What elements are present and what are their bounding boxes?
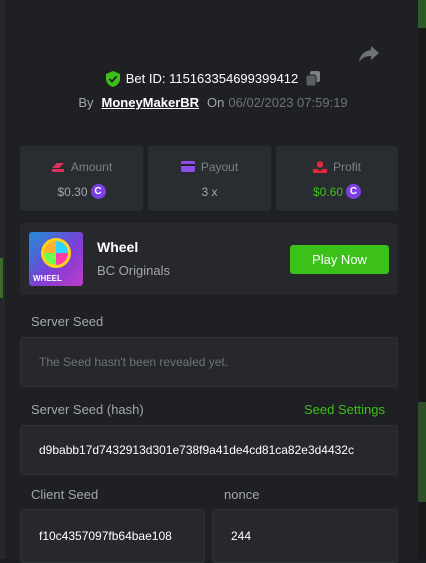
right-background-accent-lower bbox=[418, 402, 426, 502]
bet-author-row: By MoneyMakerBR On 06/02/2023 07:59:19 bbox=[0, 95, 426, 110]
coin-icon bbox=[90, 184, 106, 200]
payout-card-icon bbox=[180, 161, 195, 173]
client-seed-value: f10c4357097fb64bae108 bbox=[39, 529, 172, 543]
nonce-field[interactable]: 244 bbox=[212, 509, 398, 563]
verified-shield-icon bbox=[105, 70, 120, 87]
share-icon[interactable] bbox=[358, 44, 380, 64]
client-seed-field[interactable]: f10c4357097fb64bae108 bbox=[20, 509, 205, 563]
server-seed-value: The Seed hasn't been revealed yet. bbox=[39, 355, 229, 369]
username-link[interactable]: MoneyMakerBR bbox=[102, 95, 200, 110]
payout-label: Payout bbox=[200, 159, 239, 174]
amount-value: $0.30 bbox=[57, 184, 88, 199]
coin-icon bbox=[346, 184, 362, 200]
on-label: On bbox=[207, 95, 225, 110]
thumbnail-text: WHEEL bbox=[33, 274, 62, 283]
game-card: WHEEL Wheel BC Originals Play Now bbox=[20, 223, 398, 295]
bet-id-row: Bet ID: 115163354699399412 bbox=[0, 70, 426, 87]
bet-date: 06/02/2023 07:59:19 bbox=[228, 95, 348, 110]
wheel-game-thumbnail[interactable]: WHEEL bbox=[29, 232, 83, 286]
game-name: Wheel bbox=[97, 239, 139, 255]
play-now-button[interactable]: Play Now bbox=[290, 245, 389, 274]
nonce-value: 244 bbox=[231, 529, 252, 543]
amount-label: Amount bbox=[70, 159, 113, 174]
seed-settings-link[interactable]: Seed Settings bbox=[304, 402, 385, 417]
server-seed-hash-label: Server Seed (hash) bbox=[31, 402, 144, 417]
client-seed-label: Client Seed bbox=[31, 487, 99, 502]
server-seed-hash-value: d9babb17d7432913d301e738f9a41de4cd81ca82… bbox=[39, 443, 354, 457]
wheel-icon bbox=[41, 238, 71, 268]
server-seed-label: Server Seed bbox=[31, 314, 104, 329]
amount-stat: Amount $0.30 bbox=[20, 146, 143, 211]
payout-value: 3 x bbox=[201, 184, 218, 199]
right-background-accent bbox=[418, 0, 426, 28]
game-provider: BC Originals bbox=[97, 263, 170, 278]
payout-stat: Payout 3 x bbox=[148, 146, 271, 211]
server-seed-field: The Seed hasn't been revealed yet. bbox=[20, 337, 398, 387]
by-label: By bbox=[78, 95, 94, 110]
server-seed-hash-field[interactable]: d9babb17d7432913d301e738f9a41de4cd81ca82… bbox=[20, 425, 398, 475]
copy-icon[interactable] bbox=[306, 71, 321, 87]
bet-id: Bet ID: 115163354699399412 bbox=[125, 71, 299, 87]
profit-label: Profit bbox=[332, 159, 361, 174]
amount-icon bbox=[51, 162, 64, 172]
profit-value: $0.60 bbox=[312, 184, 344, 199]
profit-icon bbox=[312, 161, 327, 173]
nonce-label: nonce bbox=[224, 487, 260, 502]
left-background-accent bbox=[0, 258, 3, 298]
profit-stat: Profit $0.60 bbox=[276, 146, 398, 211]
